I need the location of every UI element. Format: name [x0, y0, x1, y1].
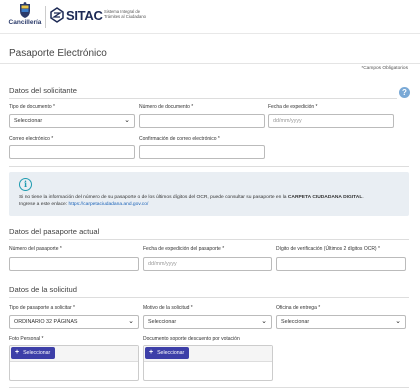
- required-note: *Campos Obligatorios: [361, 66, 408, 71]
- chevron-down-icon: ⌄: [124, 117, 130, 124]
- info-icon: i: [19, 178, 32, 191]
- motivo-value: Seleccionar: [148, 319, 177, 325]
- foto-select-label: Seleccionar: [23, 350, 51, 356]
- fecha-expedicion-label: Fecha de expedición *: [268, 104, 318, 110]
- tipo-pasaporte-select[interactable]: ORDINARIO 32 PÁGINAS ⌄: [9, 315, 139, 329]
- page-title: Pasaporte Electrónico: [9, 48, 107, 59]
- info-text-line1: Si no tiene la información del número de…: [19, 195, 288, 200]
- doc-soporte-select-button[interactable]: + Seleccionar: [145, 347, 190, 359]
- tipo-pasaporte-value: ORDINARIO 32 PÁGINAS: [14, 319, 78, 325]
- foto-label: Foto Personal *: [9, 336, 44, 342]
- fecha-pasaporte-input[interactable]: dd/mm/yyyy: [143, 257, 272, 271]
- divider: [0, 63, 420, 64]
- brand-name: SITAC: [66, 8, 103, 23]
- logo-text: Cancillería: [8, 19, 42, 26]
- numero-pasaporte-input[interactable]: [9, 257, 139, 271]
- correo-label: Correo electrónico *: [9, 136, 54, 142]
- chevron-down-icon: ⌄: [395, 318, 401, 325]
- logo-divider: [45, 6, 46, 28]
- motivo-label: Motivo de la solicitud *: [143, 305, 193, 311]
- oficina-label: Oficina de entrega *: [276, 305, 321, 311]
- section-divider: [9, 387, 409, 388]
- oficina-value: Seleccionar: [281, 319, 310, 325]
- chevron-down-icon: ⌄: [128, 318, 134, 325]
- tipo-documento-select[interactable]: Seleccionar ⌄: [9, 114, 135, 128]
- fecha-expedicion-input[interactable]: dd/mm/yyyy: [268, 114, 394, 128]
- correo-input[interactable]: [9, 145, 135, 159]
- fecha-pasaporte-label: Fecha de expedición del pasaporte *: [143, 246, 225, 252]
- coat-of-arms-icon: [20, 2, 30, 18]
- confirm-correo-input[interactable]: [139, 145, 265, 159]
- carpeta-ciudadana-link[interactable]: https://carpetaciudadana.and.gov.co/: [68, 202, 148, 207]
- numero-documento-input[interactable]: [139, 114, 265, 128]
- info-text-bold: CARPETA CIUDADANA DIGITAL: [287, 195, 363, 200]
- section-divider: [9, 239, 409, 240]
- section-title-solicitante: Datos del solicitante: [9, 86, 77, 95]
- tipo-documento-value: Seleccionar: [14, 118, 43, 124]
- info-box: i Si no tiene la información del número …: [9, 172, 409, 216]
- top-header: Cancillería SITAC Sistema Integral de Tr…: [0, 0, 420, 34]
- info-text-line2: Ingrese a este enlace:: [19, 202, 69, 207]
- ocr-label: Dígito de verificación (Últimos 2 dígito…: [276, 246, 380, 252]
- motivo-select[interactable]: Seleccionar ⌄: [143, 315, 272, 329]
- tipo-pasaporte-label: Tipo de pasaporte a solicitar *: [9, 305, 75, 311]
- section-title-solicitud: Datos de la solicitud: [9, 285, 77, 294]
- cancilleria-logo[interactable]: Cancillería: [8, 2, 42, 32]
- section-divider: [9, 297, 409, 298]
- help-icon[interactable]: ?: [399, 87, 410, 98]
- sitac-mark-icon: [50, 7, 64, 23]
- plus-icon: +: [149, 349, 154, 356]
- info-text: Si no tiene la información del número de…: [19, 194, 404, 208]
- numero-documento-label: Número de documento *: [139, 104, 194, 110]
- plus-icon: +: [15, 349, 20, 356]
- section-divider: [9, 166, 409, 167]
- foto-select-button[interactable]: + Seleccionar: [11, 347, 56, 359]
- section-divider: [9, 98, 397, 99]
- ocr-input[interactable]: [276, 257, 406, 271]
- tipo-documento-label: Tipo de documento *: [9, 104, 55, 110]
- oficina-select[interactable]: Seleccionar ⌄: [276, 315, 406, 329]
- numero-pasaporte-label: Número del pasaporte *: [9, 246, 62, 252]
- chevron-down-icon: ⌄: [261, 318, 267, 325]
- info-text-end: .: [362, 195, 364, 200]
- brand-subtitle: Sistema Integral de Trámites al Ciudadan…: [104, 9, 146, 19]
- section-title-pasaporte-actual: Datos del pasaporte actual: [9, 227, 100, 236]
- doc-soporte-select-label: Seleccionar: [157, 350, 185, 356]
- confirm-correo-label: Confirmación de correo electrónico *: [139, 136, 220, 142]
- doc-soporte-label: Documento soporte descuento por votación: [143, 336, 240, 342]
